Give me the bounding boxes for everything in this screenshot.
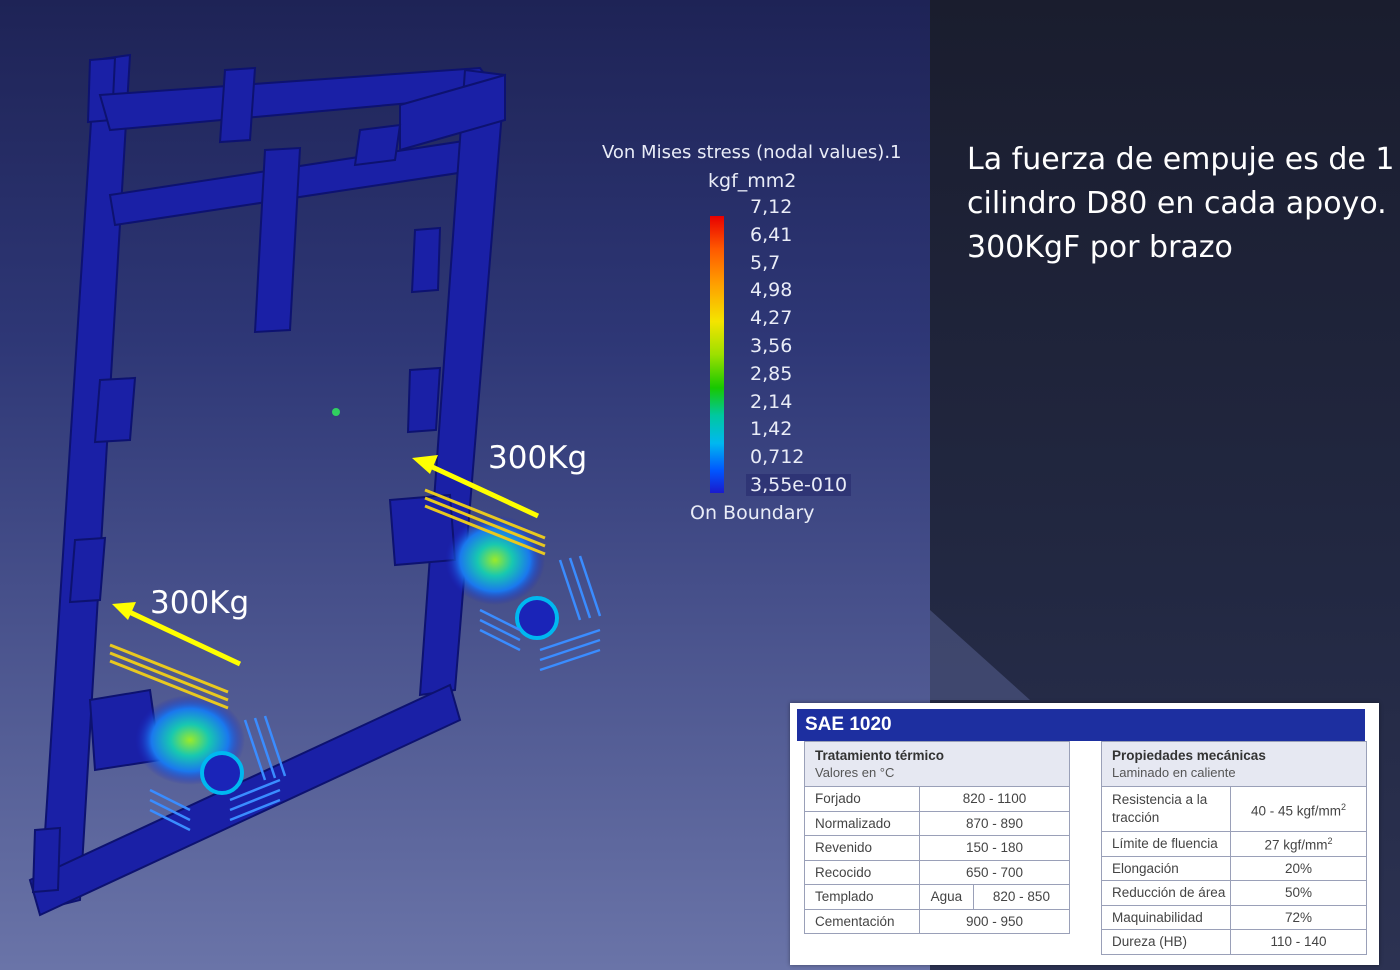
table-row: Reducción de área 50% bbox=[1101, 880, 1367, 906]
mechanical-value-text: 27 kgf/mm bbox=[1264, 837, 1328, 852]
table-row: Maquinabilidad 72% bbox=[1101, 904, 1367, 930]
mechanical-value: 27 kgf/mm2 bbox=[1230, 831, 1367, 857]
thermal-name: Cementación bbox=[804, 908, 920, 934]
mechanical-name: Reducción de área bbox=[1101, 880, 1231, 906]
mechanical-value-text: 50% bbox=[1284, 885, 1313, 901]
mechanical-name: Dureza (HB) bbox=[1101, 929, 1231, 955]
legend-tick-label: 0,712 bbox=[750, 446, 805, 469]
thermal-name: Forjado bbox=[804, 786, 920, 812]
table-row: Templado Agua 820 - 850 bbox=[804, 884, 1071, 910]
mechanical-value: 20% bbox=[1230, 855, 1367, 881]
legend-unit: kgf_mm2 bbox=[708, 170, 797, 192]
legend-tick-label: 6,41 bbox=[750, 223, 793, 246]
mechanical-name: Maquinabilidad bbox=[1101, 904, 1231, 930]
legend-tick-label: 2,85 bbox=[750, 362, 793, 385]
table-row: Dureza (HB) 110 - 140 bbox=[1101, 929, 1367, 955]
mechanical-value: 50% bbox=[1230, 880, 1367, 906]
thermal-header-title: Tratamiento térmico bbox=[815, 748, 945, 763]
mechanical-value: 110 - 140 bbox=[1230, 929, 1367, 955]
mechanical-value: 40 - 45 kgf/mm2 bbox=[1230, 786, 1367, 832]
thermal-value: 900 - 950 bbox=[919, 908, 1070, 934]
mechanical-name: Límite de fluencia bbox=[1101, 831, 1231, 857]
legend-tick-label: 3,55e-010 bbox=[746, 474, 852, 496]
thermal-treatment-table: Tratamiento térmico Valores en °C Forjad… bbox=[804, 741, 1071, 934]
thermal-name: Recocido bbox=[804, 859, 920, 885]
legend-tick-label: 2,14 bbox=[750, 390, 793, 413]
table-row: Recocido 650 - 700 bbox=[804, 859, 1070, 885]
legend-title: Von Mises stress (nodal values).1 bbox=[602, 142, 902, 163]
table-row: Normalizado 870 - 890 bbox=[804, 810, 1070, 836]
thermal-header-subtitle: Valores en °C bbox=[815, 765, 895, 780]
table-row: Resistencia a la tracción 40 - 45 kgf/mm2 bbox=[1101, 786, 1367, 832]
thermal-value: 820 - 850 bbox=[972, 884, 1071, 910]
unit-exponent: 2 bbox=[1341, 801, 1347, 812]
legend-tick-label: 7,12 bbox=[750, 196, 793, 218]
sae-title: SAE 1020 bbox=[797, 709, 1365, 741]
legend-tick-label: 5,7 bbox=[750, 251, 781, 274]
thermal-value: 650 - 700 bbox=[919, 859, 1070, 885]
description-text: La fuerza de empuje es de 1 cilindro D80… bbox=[967, 138, 1397, 270]
table-row: Límite de fluencia 27 kgf/mm2 bbox=[1101, 831, 1367, 857]
mechanical-header-subtitle: Laminado en caliente bbox=[1112, 765, 1236, 780]
mechanical-header: Propiedades mecánicas Laminado en calien… bbox=[1101, 741, 1367, 787]
thermal-name: Templado bbox=[804, 884, 920, 910]
thermal-medium: Agua bbox=[919, 884, 974, 910]
load-label-upper: 300Kg bbox=[488, 440, 588, 476]
table-row: Elongación 20% bbox=[1101, 855, 1367, 881]
thermal-value: 150 - 180 bbox=[919, 835, 1070, 861]
mechanical-value-text: 72% bbox=[1284, 909, 1313, 925]
sae-1020-table: SAE 1020 Tratamiento térmico Valores en … bbox=[790, 703, 1379, 965]
mechanical-name: Elongación bbox=[1101, 855, 1231, 881]
legend-color-bar bbox=[710, 216, 724, 493]
legend-footer: On Boundary bbox=[690, 502, 815, 524]
legend-tick-label: 3,56 bbox=[750, 335, 793, 357]
mechanical-name: Resistencia a la tracción bbox=[1101, 786, 1231, 832]
table-row: Forjado 820 - 1100 bbox=[804, 786, 1070, 812]
mechanical-header-title: Propiedades mecánicas bbox=[1112, 748, 1266, 763]
legend-tick-label: 1,42 bbox=[750, 418, 793, 441]
thermal-name: Revenido bbox=[804, 835, 920, 861]
mechanical-value-text: 110 - 140 bbox=[1270, 934, 1327, 950]
description-line-2: cilindro D80 en cada apoyo. bbox=[967, 186, 1387, 221]
mechanical-value-text: 20% bbox=[1284, 860, 1313, 876]
thermal-value: 820 - 1100 bbox=[919, 786, 1070, 812]
thermal-header: Tratamiento térmico Valores en °C bbox=[804, 741, 1070, 787]
legend-tick-label: 4,27 bbox=[750, 307, 793, 330]
table-row: Cementación 900 - 950 bbox=[804, 908, 1070, 934]
unit-exponent: 2 bbox=[1327, 835, 1333, 846]
legend-tick-label: 4,98 bbox=[750, 279, 793, 302]
stress-legend: Von Mises stress (nodal values).1 kgf_mm… bbox=[590, 138, 910, 538]
load-label-lower: 300Kg bbox=[150, 585, 250, 621]
thermal-name: Normalizado bbox=[804, 810, 920, 836]
mechanical-properties-table: Propiedades mecánicas Laminado en calien… bbox=[1101, 741, 1367, 955]
mechanical-value-text: 40 - 45 kgf/mm bbox=[1250, 803, 1341, 819]
thermal-value: 870 - 890 bbox=[919, 810, 1070, 836]
description-line-3: 300KgF por brazo bbox=[967, 230, 1233, 265]
description-line-1: La fuerza de empuje es de 1 bbox=[967, 142, 1395, 177]
mechanical-value: 72% bbox=[1230, 904, 1367, 930]
table-row: Revenido 150 - 180 bbox=[804, 835, 1070, 861]
